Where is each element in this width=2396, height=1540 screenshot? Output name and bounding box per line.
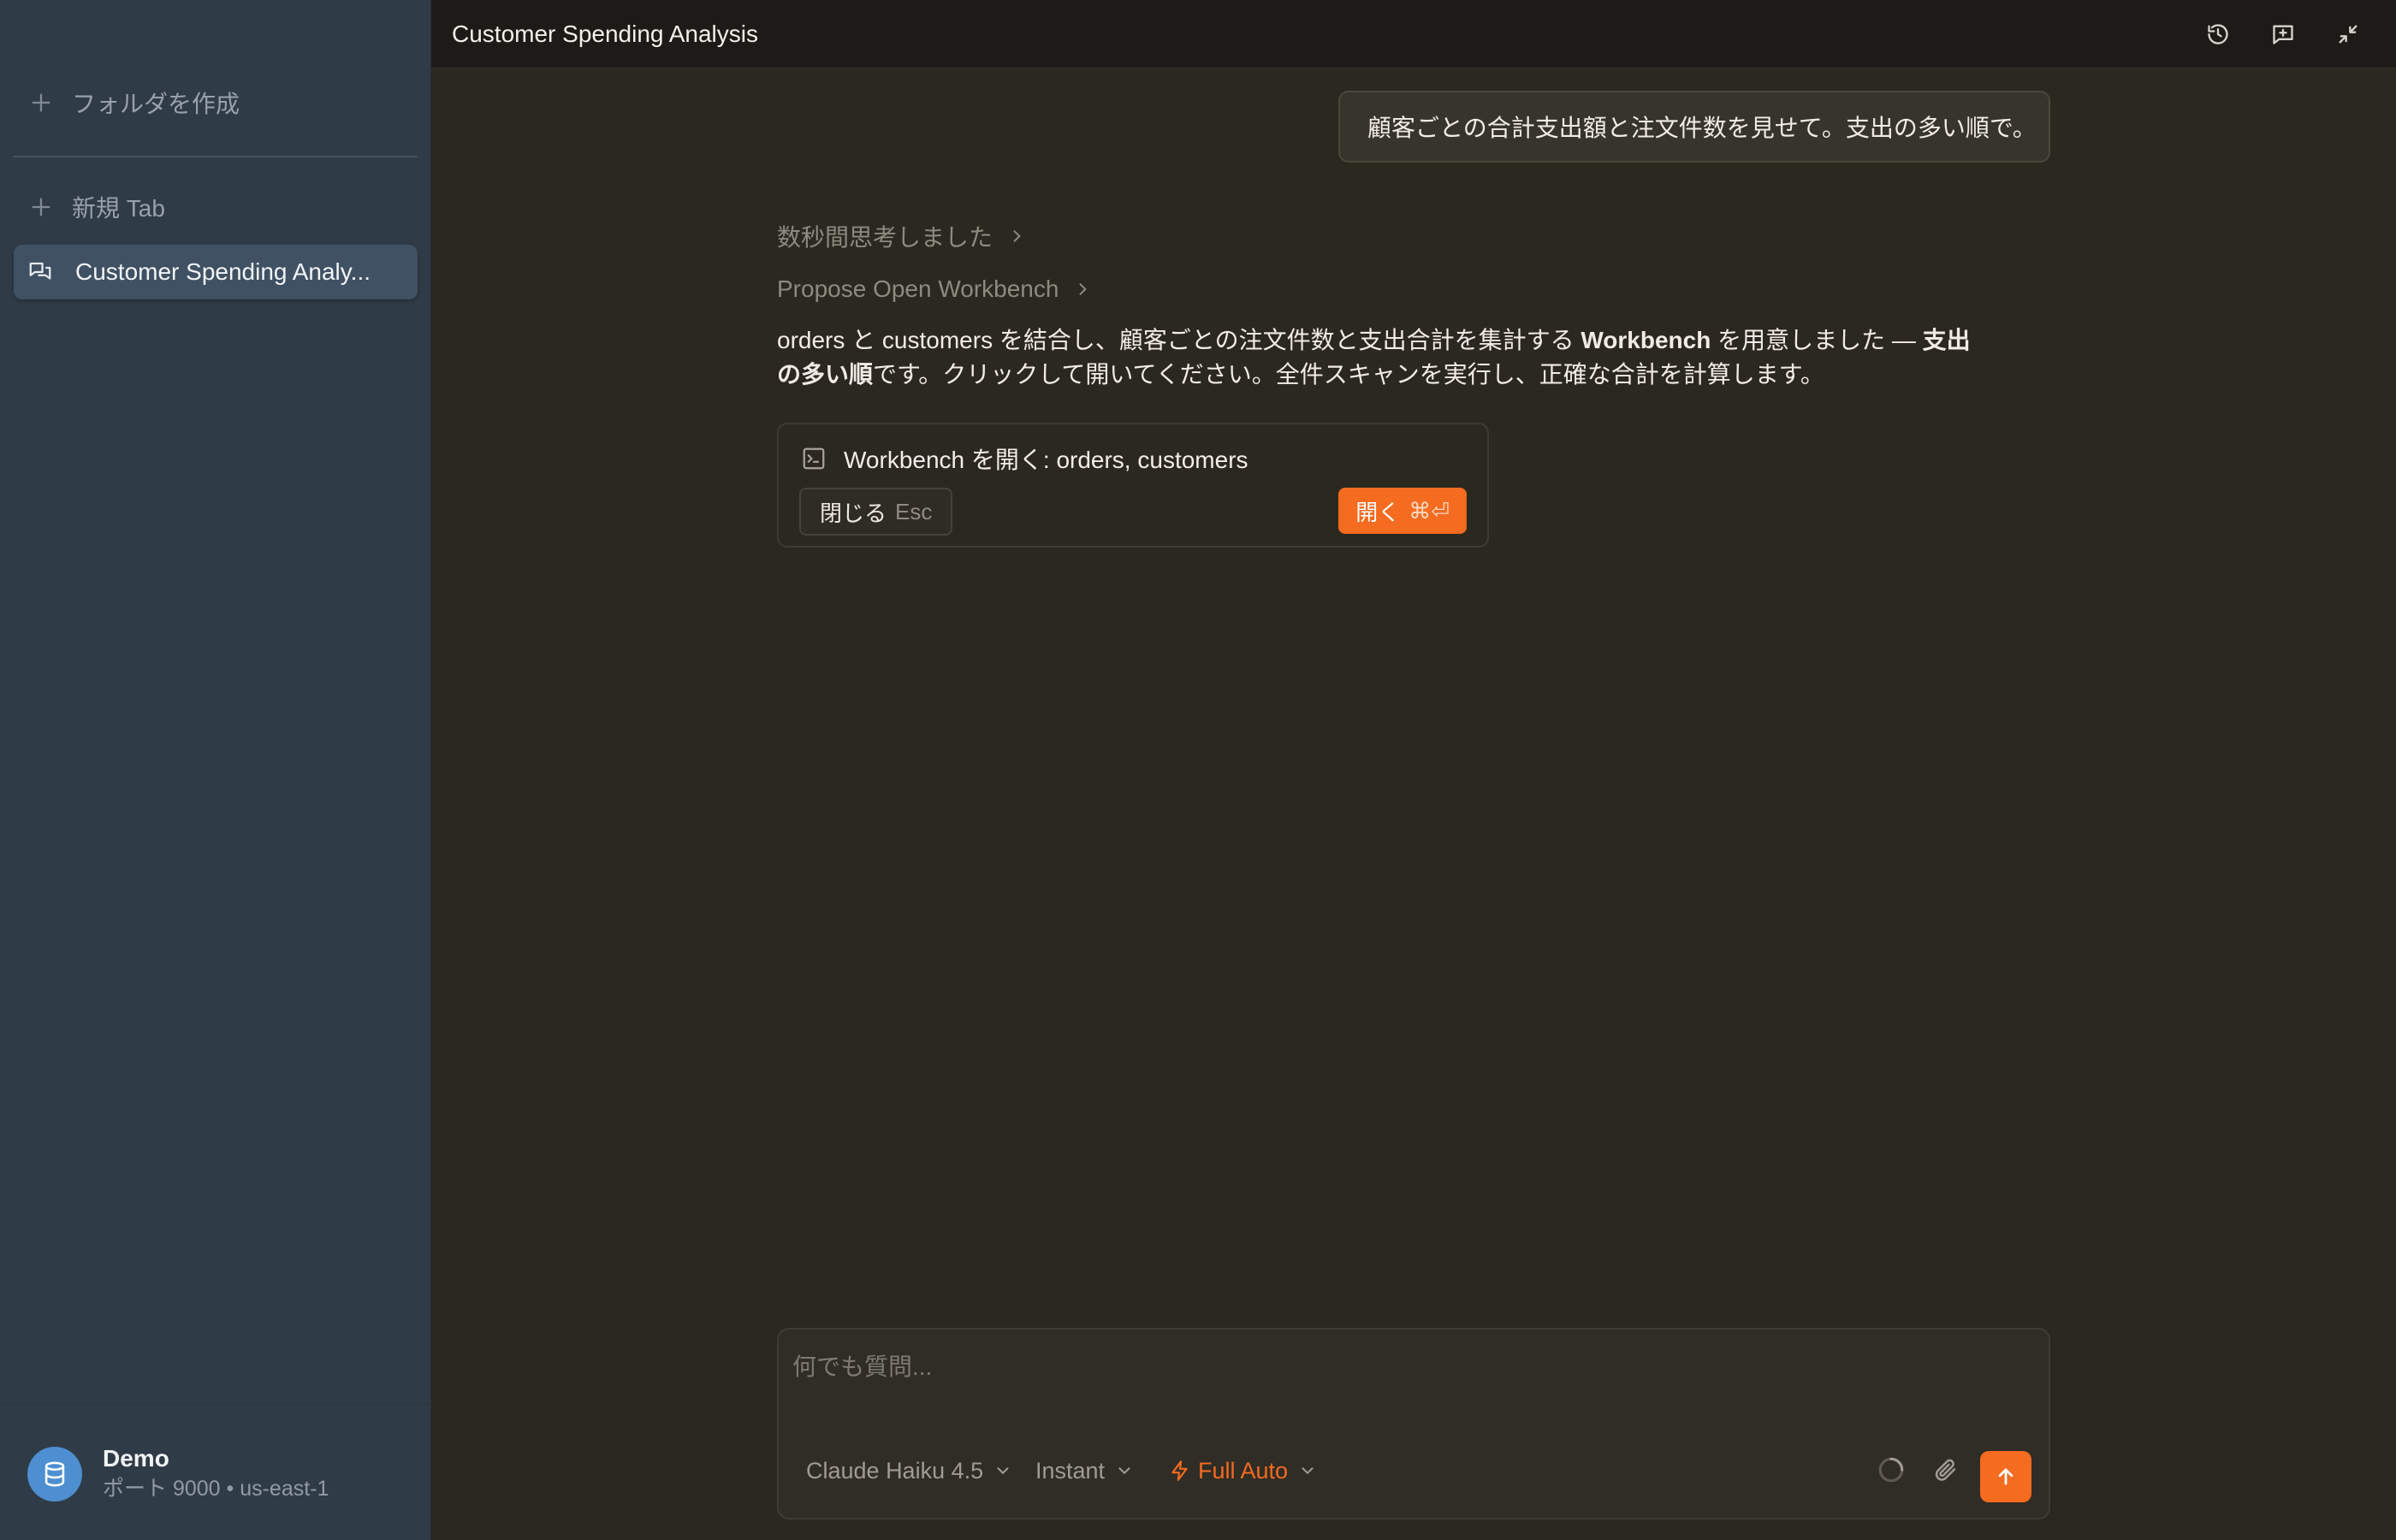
new-tab-label: 新規 Tab [72, 195, 165, 222]
plus-icon [32, 93, 50, 112]
proposal-title-row: Workbench を開く: orders, customers [801, 441, 1248, 476]
new-tab-button[interactable]: 新規 Tab [14, 180, 418, 234]
database-icon [27, 1447, 82, 1502]
terminal-icon [803, 447, 825, 470]
account-subtitle: ポート 9000 • us-east-1 [103, 1477, 329, 1501]
proposal-title: Workbench を開く: orders, customers [844, 447, 1248, 473]
open-label: 開く [1355, 499, 1401, 525]
page-title: Customer Spending Analysis [452, 21, 758, 47]
sidebar: フォルダを作成 新規 Tab Customer Spending Analy..… [0, 0, 431, 1540]
speed-label: Instant [1035, 1457, 1106, 1484]
arrow-up-icon [1998, 1468, 2013, 1485]
close-shortcut: Esc [895, 498, 933, 524]
account-name: Demo [103, 1445, 169, 1472]
account-switcher[interactable]: Demo ポート 9000 • us-east-1 [27, 1444, 329, 1504]
app-root: フォルダを作成 新規 Tab Customer Spending Analy..… [0, 0, 2396, 1540]
open-shortcut: ⌘⏎ [1409, 497, 1450, 524]
create-folder-label: フォルダを作成 [72, 91, 240, 117]
sidebar-item-label: Customer Spending Analy... [75, 258, 371, 285]
message-input[interactable] [792, 1348, 2025, 1386]
tool-call-label: Propose Open Workbench [777, 275, 1059, 302]
assistant-text-part: を用意しました — [1711, 327, 1923, 353]
bolt-icon [1171, 1460, 1188, 1481]
send-button[interactable] [1980, 1451, 2031, 1502]
history-icon[interactable] [2201, 17, 2235, 51]
speed-select[interactable]: Instant [1035, 1449, 1134, 1492]
assistant-message: orders と customers を結合し、顧客ごとの注文件数と支出合計を集… [777, 323, 1992, 392]
composer: Claude Haiku 4.5 Instant Full Auto [777, 1328, 2050, 1519]
topbar: Customer Spending Analysis [431, 0, 2396, 68]
assistant-text-part: orders と customers を結合し、顧客ごとの注文件数と支出合計を集… [777, 327, 1581, 353]
sidebar-item-customer-spending[interactable]: Customer Spending Analy... [14, 245, 418, 299]
workbench-proposal-card: Workbench を開く: orders, customers 閉じる Esc… [777, 423, 1489, 548]
chevron-down-icon [1302, 1467, 1314, 1475]
chevron-right-icon [1079, 283, 1088, 295]
close-label: 閉じる [820, 500, 887, 526]
open-button[interactable]: 開く ⌘⏎ [1338, 488, 1467, 534]
model-label: Claude Haiku 4.5 [806, 1457, 984, 1484]
mode-label: Full Auto [1198, 1457, 1289, 1484]
account-info: Demo ポート 9000 • us-east-1 [103, 1444, 329, 1504]
plus-icon [32, 198, 50, 216]
assistant-text-bold: Workbench [1581, 327, 1711, 353]
new-chat-icon[interactable] [2266, 17, 2300, 51]
chevron-right-icon [1013, 230, 1021, 242]
mode-select[interactable]: Full Auto [1169, 1449, 1317, 1492]
thinking-label: 数秒間思考しました [777, 224, 993, 251]
sidebar-divider [14, 156, 418, 157]
chevron-down-icon [997, 1467, 1009, 1475]
model-select[interactable]: Claude Haiku 4.5 [806, 1449, 1012, 1492]
user-message: 顧客ごとの合計支出額と注文件数を見せて。支出の多い順で。 [1338, 91, 2050, 163]
chevron-down-icon [1118, 1467, 1130, 1475]
tool-call-toggle[interactable]: Propose Open Workbench [777, 275, 1091, 303]
sidebar-footer-divider [0, 1403, 431, 1404]
collapse-icon[interactable] [2331, 17, 2365, 51]
create-folder-button[interactable]: フォルダを作成 [14, 75, 418, 130]
close-button[interactable]: 閉じる Esc [799, 488, 953, 536]
loading-spinner-icon [1874, 1453, 1908, 1487]
assistant-text-part: です。クリックして開いてください。全件スキャンを実行し、正確な合計を計算します。 [873, 361, 1824, 388]
chat-icon [29, 262, 51, 280]
attach-icon[interactable] [1929, 1453, 1963, 1487]
thinking-toggle[interactable]: 数秒間思考しました [777, 219, 1025, 253]
